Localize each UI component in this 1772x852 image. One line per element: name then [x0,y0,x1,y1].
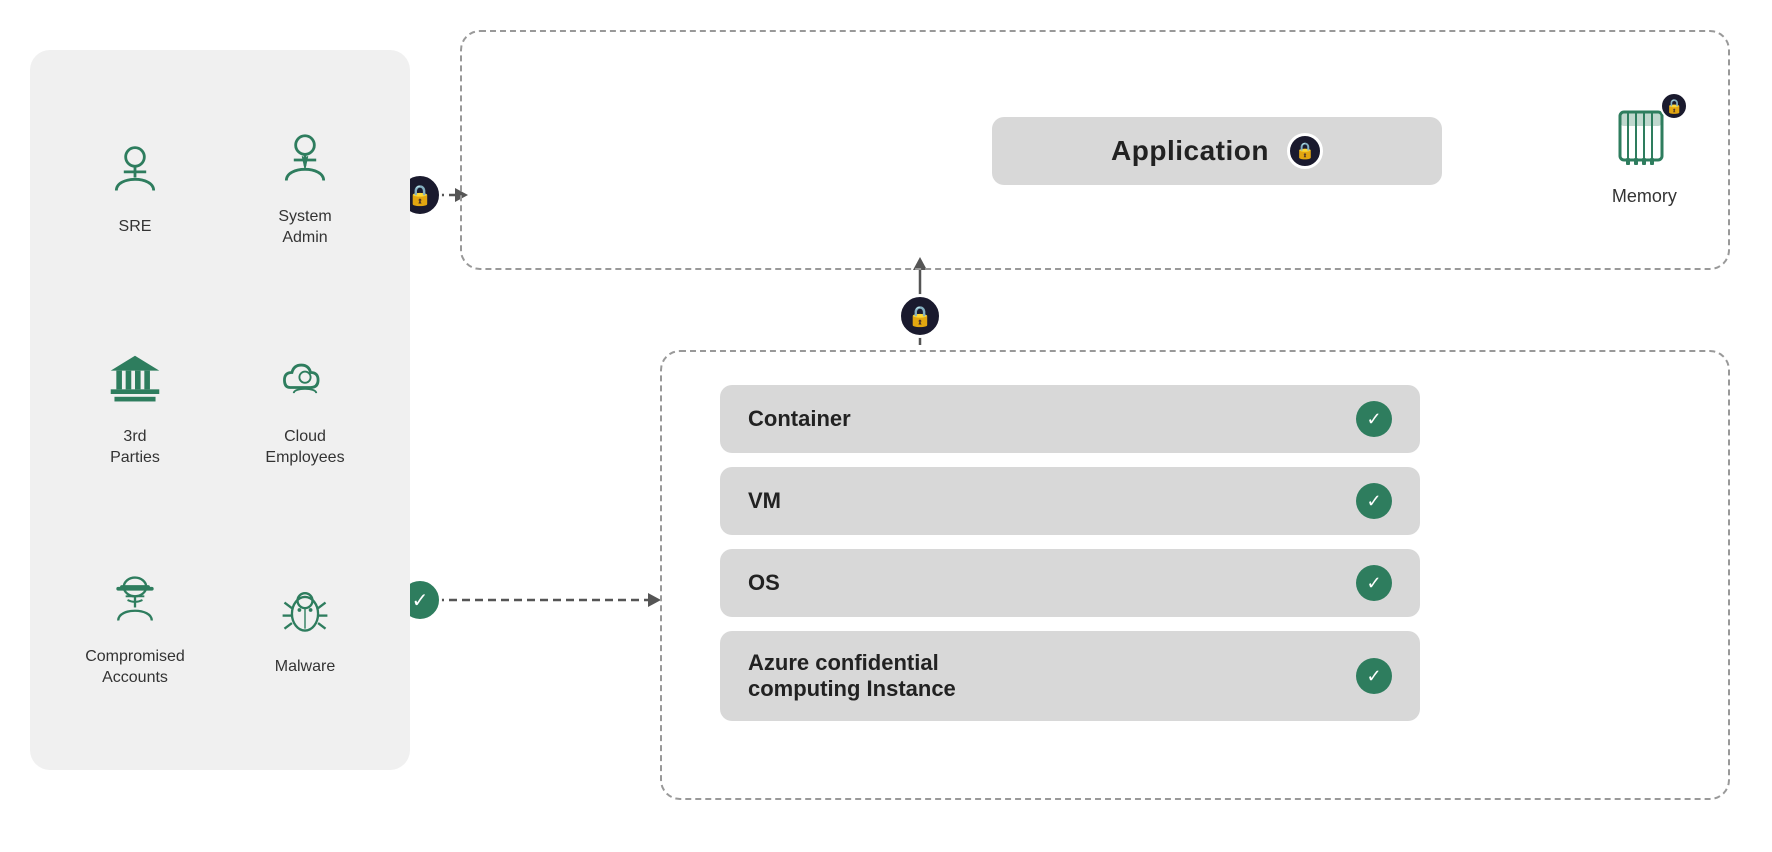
actor-system-admin: SystemAdmin [230,90,380,290]
resources-area: 🔒 Memory 🔒 Storage [1542,82,1772,207]
os-check: ✓ [1356,565,1392,601]
vm-check: ✓ [1356,483,1392,519]
cloud-employees-label: CloudEmployees [265,427,344,469]
os-label: OS [748,570,780,596]
actor-cloud-employees: CloudEmployees [230,310,380,510]
app-lock-icon: 🔒 [1295,141,1315,161]
actor-malware: Malware [230,530,380,730]
compromised-accounts-icon [107,572,163,637]
stack-azure-item: Azure confidentialcomputing Instance ✓ [720,631,1420,721]
azure-label: Azure confidentialcomputing Instance [748,650,956,702]
left-panel: SRE SystemAdmin [30,50,410,770]
actor-compromised-accounts: CompromisedAccounts [60,530,210,730]
actor-3rd-parties: 3rdParties [60,310,210,510]
cloud-employees-icon [277,352,333,417]
sre-label: SRE [119,217,152,238]
container-label: Container [748,406,851,432]
3rd-parties-label: 3rdParties [110,427,160,469]
diagram-container: 🔒 🔒 ✓ SRE [0,0,1772,852]
compromised-accounts-label: CompromisedAccounts [85,647,185,689]
container-check: ✓ [1356,401,1392,437]
lock-icon-2: 🔒 [908,304,933,329]
application-label: Application [1111,135,1269,167]
stack-vm-item: VM ✓ [720,467,1420,535]
memory-label: Memory [1612,186,1677,207]
application-lock: 🔒 [1287,133,1323,169]
malware-icon [277,582,333,647]
azure-check: ✓ [1356,658,1392,694]
stack-os-item: OS ✓ [720,549,1420,617]
3rd-parties-icon [107,352,163,417]
system-admin-icon [277,132,333,197]
sre-icon [107,142,163,207]
system-admin-label: SystemAdmin [278,207,331,249]
vm-label: VM [748,488,781,514]
resource-memory: 🔒 Memory [1612,102,1677,207]
memory-icon-wrap: 🔒 [1612,102,1676,176]
actor-sre: SRE [60,90,210,290]
top-box: Application 🔒 [460,30,1730,270]
stack-container: Container ✓ VM ✓ OS ✓ Azure confidential… [720,385,1420,721]
malware-label: Malware [275,657,335,678]
stack-container-item: Container ✓ [720,385,1420,453]
lock-icon: 🔒 [408,183,433,208]
middle-arrow-lock: 🔒 [898,294,942,338]
application-box: Application 🔒 [992,117,1442,185]
memory-lock-badge: 🔒 [1660,92,1688,120]
check-icon: ✓ [412,588,429,613]
